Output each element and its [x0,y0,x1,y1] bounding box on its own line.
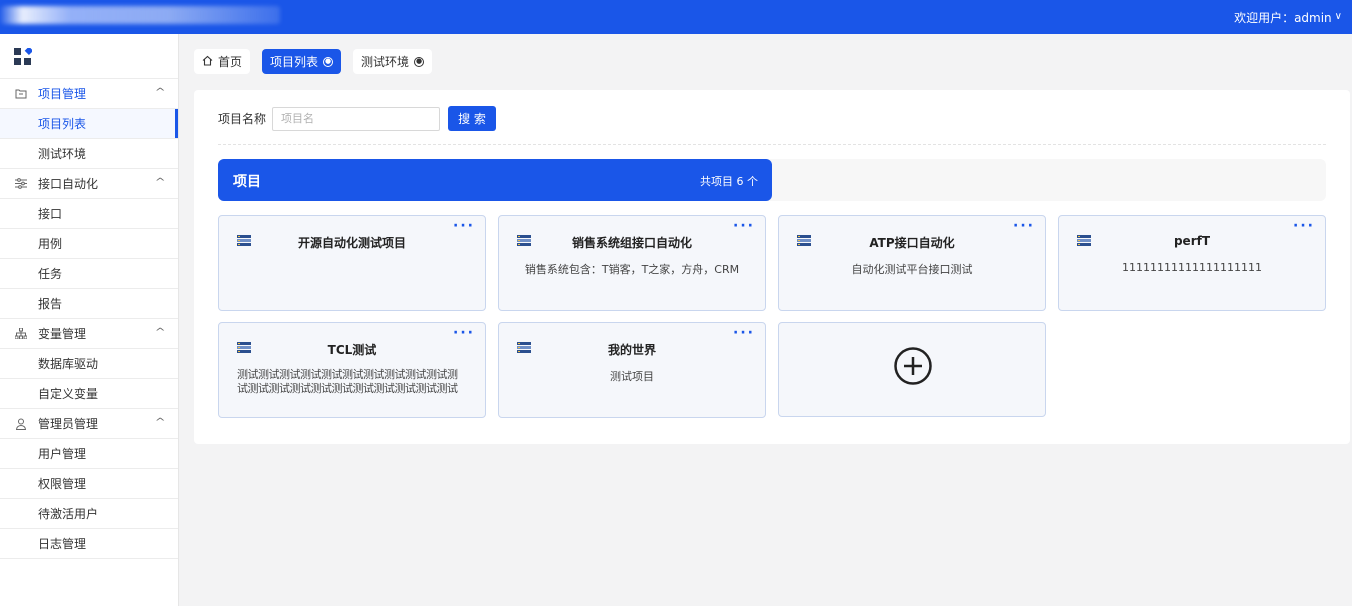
home-icon [202,55,213,69]
folder-icon [14,87,28,101]
project-description: 测试项目 [610,370,654,383]
tab-bar: 首页 项目列表 ● 测试环境 ● [194,49,433,74]
search-button[interactable]: 搜 索 [448,106,497,131]
user-menu[interactable]: 欢迎用户：admin ∨ [1234,9,1342,26]
project-name: 开源自动化测试项目 [297,236,406,250]
tab-home[interactable]: 首页 [194,49,251,74]
search-label: 项目名称 [218,112,267,126]
chevron-down-icon: ∨ [1334,11,1342,22]
project-banner: 项目 共项目 6 个 [218,159,772,201]
search-input[interactable] [272,106,441,131]
more-options-icon[interactable]: ··· [733,326,755,340]
project-name: 销售系统组接口自动化 [571,236,692,250]
sidebar-item-label: 用户管理 [38,447,87,461]
chevron-up-icon: ^ [154,87,166,98]
sidebar-item-label: 权限管理 [38,477,87,491]
sidebar-item-label: 任务 [38,267,63,281]
project-name: 我的世界 [607,343,656,357]
project-name: ATP接口自动化 [869,236,955,250]
sidebar-item-label: 报告 [38,297,63,311]
sidebar-item-label: 接口 [38,207,63,221]
sidebar-item-permission-management[interactable]: 权限管理 [0,469,178,499]
sidebar-item-pending-users[interactable]: 待激活用户 [0,499,178,529]
chevron-up-icon: ^ [154,327,166,338]
sidebar-item-label: 待激活用户 [38,507,99,521]
project-description: 11111111111111111111 [1122,261,1262,274]
more-options-icon[interactable]: ··· [733,219,755,233]
tab-test-env[interactable]: 测试环境 ● [353,49,433,74]
top-bar: 欢迎用户：admin ∨ [0,0,1352,34]
sidebar-group-label: 变量管理 [38,327,87,341]
app-grid-icon [14,48,32,65]
project-card[interactable]: ··· 我的世界 测试项目 [498,322,766,418]
tab-label: 首页 [218,55,243,69]
sidebar-group-label: 项目管理 [38,87,87,101]
tab-label: 测试环境 [361,55,410,69]
sidebar-item-db-driver[interactable]: 数据库驱动 [0,349,178,379]
sidebar-group-project[interactable]: 项目管理 ^ [0,79,178,109]
sidebar-item-user-management[interactable]: 用户管理 [0,439,178,469]
banner-title: 项目 [233,174,261,190]
more-options-icon[interactable]: ··· [1013,219,1035,233]
close-icon[interactable]: ● [414,56,425,67]
user-icon [14,417,28,431]
sidebar-item-label: 用例 [38,237,63,251]
add-project-card[interactable] [778,322,1046,417]
more-options-icon[interactable]: ··· [453,326,475,340]
chevron-up-icon: ^ [154,417,166,428]
sidebar-group-variables[interactable]: 变量管理 ^ [0,319,178,349]
project-card[interactable]: ··· 销售系统组接口自动化 销售系统包含：T销客，T之家，方舟，CRM [498,215,766,311]
close-icon[interactable]: ● [323,56,334,67]
sidebar-item-api[interactable]: 接口 [0,199,178,229]
tab-project-list[interactable]: 项目列表 ● [262,49,342,74]
tab-label: 项目列表 [270,55,319,69]
sidebar-item-report[interactable]: 报告 [0,289,178,319]
sidebar-item-test-env[interactable]: 测试环境 [0,139,178,169]
project-description: 销售系统包含：T销客，T之家，方舟，CRM [524,263,740,276]
sidebar-item-label: 自定义变量 [38,387,99,401]
project-card[interactable]: ··· ATP接口自动化 自动化测试平台接口测试 [778,215,1046,311]
sidebar-item-task[interactable]: 任务 [0,259,178,289]
sidebar-item-custom-variable[interactable]: 自定义变量 [0,379,178,409]
project-card[interactable]: ··· 开源自动化测试项目 [218,215,486,311]
plus-circle-icon [894,347,932,385]
sidebar-item-project-list[interactable]: 项目列表 [0,109,178,139]
project-description: 测试测试测试测试测试测试测试测试测试测试测试测试测试测试测试测试测试测试测试测试… [237,368,458,395]
sidebar-group-api-automation[interactable]: 接口自动化 ^ [0,169,178,199]
sidebar-item-log-management[interactable]: 日志管理 [0,529,178,559]
user-menu-label: 欢迎用户：admin [1234,11,1332,25]
more-options-icon[interactable]: ··· [453,219,475,233]
brand-logo [0,6,280,24]
project-name: perfT [1173,234,1211,248]
sidebar-logo [0,34,178,79]
sliders-icon [14,177,28,191]
sidebar-item-case[interactable]: 用例 [0,229,178,259]
project-name: TCL测试 [327,343,377,357]
main-panel: 项目名称 搜 索 项目 共项目 6 个 ··· 开源自动化测试项目 ··· 销售… [194,90,1350,444]
sidebar-group-admin[interactable]: 管理员管理 ^ [0,409,178,439]
sitemap-icon [14,327,28,341]
sidebar-group-label: 管理员管理 [38,417,99,431]
sidebar: 项目管理 ^ 项目列表 测试环境 接口自动化 ^ 接口 用例 任务 报告 变量管… [0,34,179,606]
divider [218,144,1326,145]
chevron-up-icon: ^ [154,177,166,188]
sidebar-item-label: 数据库驱动 [38,357,99,371]
project-card[interactable]: ··· TCL测试 测试测试测试测试测试测试测试测试测试测试测试测试测试测试测试… [218,322,486,418]
sidebar-group-label: 接口自动化 [38,177,99,191]
search-row: 项目名称 搜 索 [218,106,497,131]
sidebar-item-label: 日志管理 [38,537,87,551]
sidebar-item-label: 项目列表 [38,117,87,131]
sidebar-item-label: 测试环境 [38,147,87,161]
project-count: 共项目 6 个 [700,175,758,188]
more-options-icon[interactable]: ··· [1293,219,1315,233]
project-card[interactable]: ··· perfT 11111111111111111111 [1058,215,1326,311]
project-description: 自动化测试平台接口测试 [851,263,973,276]
